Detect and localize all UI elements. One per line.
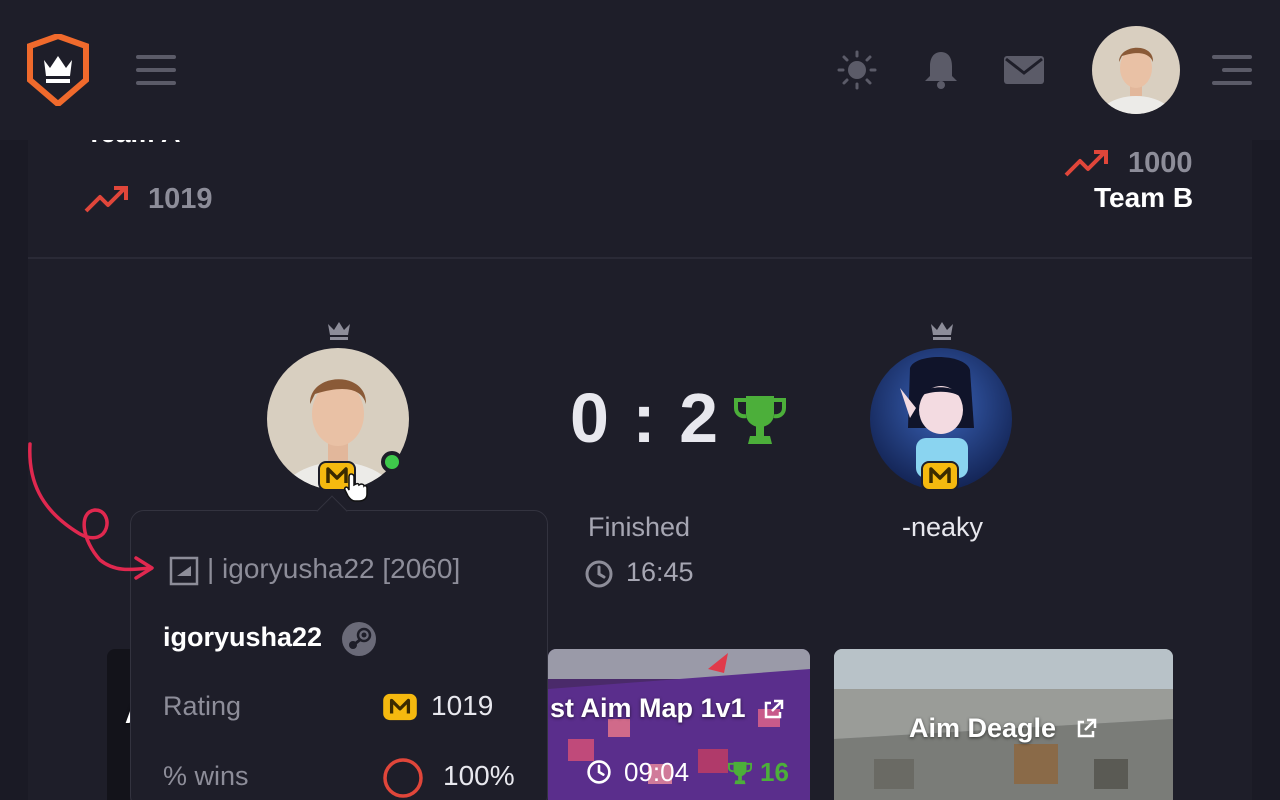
trophy-icon xyxy=(734,396,786,444)
trend-up-icon xyxy=(84,186,128,213)
map-duration: 09:04 xyxy=(624,757,690,787)
wins-value: 100% xyxy=(443,760,515,791)
map-trophies: 16 xyxy=(760,757,789,787)
rank-badge-icon xyxy=(383,693,417,721)
hamburger-menu-icon[interactable] xyxy=(136,55,176,85)
sun-icon[interactable] xyxy=(836,50,878,90)
user-avatar[interactable] xyxy=(1092,26,1180,114)
menu-right-icon[interactable] xyxy=(1212,55,1252,87)
online-status-indicator xyxy=(381,451,403,473)
divider xyxy=(28,257,1252,259)
clan-tag-icon xyxy=(169,556,199,586)
map-card[interactable]: st Aim Map 1v1 09:04 16 xyxy=(548,649,810,800)
match-status: Finished xyxy=(588,512,691,542)
steam-icon[interactable] xyxy=(341,621,377,657)
external-link-icon[interactable] xyxy=(1075,718,1097,740)
crown-shield-logo[interactable] xyxy=(26,34,90,106)
win-rate-ring-icon xyxy=(383,758,423,798)
clock-icon xyxy=(585,560,613,588)
external-link-icon[interactable] xyxy=(762,699,784,721)
top-navigation-bar xyxy=(0,0,1280,140)
trend-up-icon xyxy=(1064,150,1108,177)
team-a-rating: 1019 xyxy=(148,183,213,215)
team-b-name: Team B xyxy=(1094,182,1194,213)
trophy-icon xyxy=(728,761,752,785)
rating-label: Rating xyxy=(163,691,242,721)
rank-badge-icon xyxy=(921,461,959,491)
map-card[interactable]: Aim Deagle xyxy=(834,649,1173,800)
crown-icon xyxy=(931,322,953,340)
annotation-arrow-icon xyxy=(28,442,154,580)
match-time: 16:45 xyxy=(626,557,694,587)
bell-icon[interactable] xyxy=(920,50,962,90)
rating-value: 1019 xyxy=(431,690,494,721)
player-b-name[interactable]: -neaky xyxy=(902,512,983,543)
wins-label: % wins xyxy=(163,761,249,791)
clock-icon xyxy=(587,760,611,784)
match-score: 0 : 2 xyxy=(570,379,721,457)
clan-tag-line: | igoryusha22 [2060] xyxy=(207,553,461,584)
hand-cursor-icon xyxy=(344,473,368,502)
map-title: Aim Deagle xyxy=(909,713,1057,743)
popup-username[interactable]: igoryusha22 xyxy=(163,622,322,653)
mail-icon[interactable] xyxy=(1003,50,1045,90)
player-info-popup: | igoryusha22 [2060] igoryusha22 Rating … xyxy=(130,510,548,800)
crown-icon xyxy=(328,322,350,340)
map-title: st Aim Map 1v1 xyxy=(550,693,746,723)
team-b-rating: 1000 xyxy=(1128,147,1193,179)
